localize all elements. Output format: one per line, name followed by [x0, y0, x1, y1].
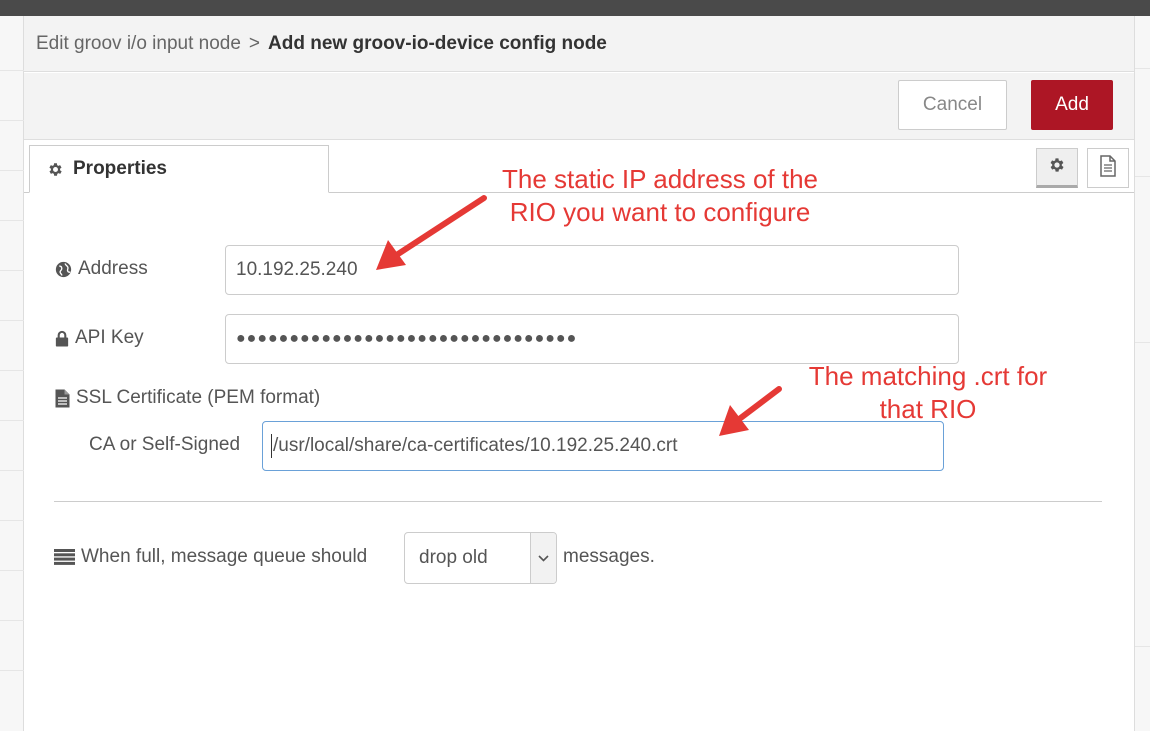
annotation-arrows	[376, 195, 782, 436]
address-arrow	[376, 195, 487, 270]
certificate-arrow	[719, 386, 782, 436]
